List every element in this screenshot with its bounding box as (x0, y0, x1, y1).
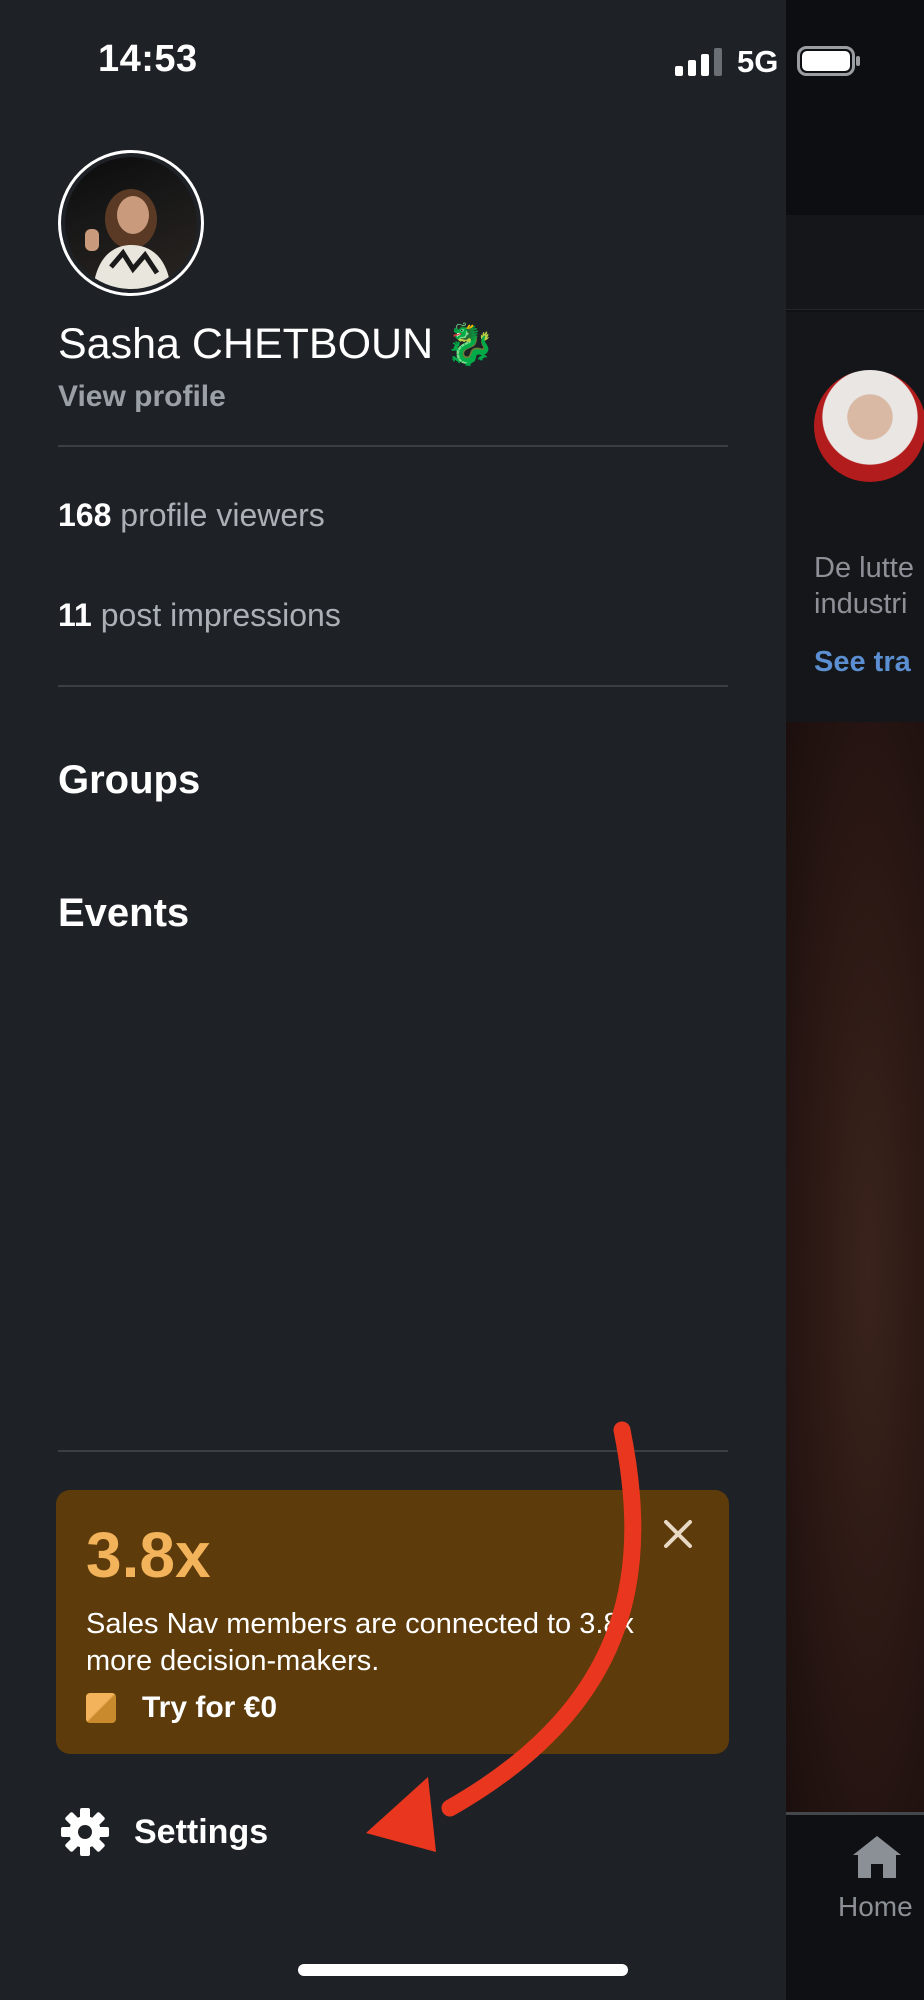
profile-viewers-count: 168 (58, 497, 112, 533)
close-icon[interactable] (656, 1512, 700, 1556)
settings-button[interactable]: Settings (58, 1806, 268, 1858)
menu-item-groups[interactable]: Groups (58, 758, 200, 803)
feed-post-avatar[interactable] (814, 370, 924, 482)
feed-post-text-line-2: industri (814, 588, 908, 620)
promo-try-button[interactable]: Try for €0 (86, 1688, 277, 1728)
settings-label[interactable]: Settings (134, 1813, 268, 1852)
profile-avatar[interactable] (58, 150, 204, 296)
profile-viewers-label: profile viewers (120, 497, 325, 533)
promo-description: Sales Nav members are connected to 3.8x … (86, 1608, 635, 1677)
feed-author-bar[interactable]: Sa (786, 215, 924, 506)
feed-header (786, 0, 924, 215)
feed-post-image[interactable] (786, 722, 924, 1814)
background-feed: Sa De lutte industri See tra Home (786, 0, 924, 2000)
feed-post: De lutte industri See tra (786, 312, 924, 722)
profile-photo (65, 157, 197, 289)
signal-icon (675, 48, 722, 76)
side-drawer: 14:53 5G Sasha CHETBOUN 🐉 View profile 1… (0, 0, 860, 2000)
gear-icon (61, 1808, 109, 1856)
sales-nav-promo-card[interactable]: 3.8x Sales Nav members are connected to … (56, 1490, 729, 1754)
post-impressions-count: 11 (58, 597, 92, 633)
post-impressions-label: post impressions (100, 597, 341, 633)
profile-name[interactable]: Sasha CHETBOUN 🐉 (58, 320, 495, 369)
feed-see-translation-link[interactable]: See tra (814, 646, 911, 679)
divider (58, 445, 728, 447)
post-impressions-stat[interactable]: 11 post impressions (58, 597, 341, 634)
dragon-emoji-icon: 🐉 (445, 323, 495, 367)
premium-icon (86, 1693, 116, 1723)
status-time: 14:53 (98, 38, 198, 80)
promo-headline: 3.8x (86, 1519, 211, 1591)
promo-try-label[interactable]: Try for €0 (142, 1691, 277, 1725)
nav-home-label[interactable]: Home (838, 1891, 913, 1923)
profile-photo-illustration (85, 189, 171, 289)
home-icon[interactable] (850, 1833, 904, 1881)
home-indicator[interactable] (298, 1964, 628, 1976)
view-profile-link[interactable]: View profile (58, 380, 226, 414)
profile-viewers-stat[interactable]: 168 profile viewers (58, 497, 325, 534)
network-type: 5G (737, 44, 779, 79)
battery-icon (797, 46, 860, 76)
divider (58, 685, 728, 687)
feed-post-text-line-1: De lutte (814, 552, 914, 584)
menu-item-events[interactable]: Events (58, 891, 189, 936)
profile-name-text[interactable]: Sasha CHETBOUN (58, 320, 433, 368)
divider (58, 1450, 728, 1452)
bottom-nav: Home (786, 1812, 924, 2000)
